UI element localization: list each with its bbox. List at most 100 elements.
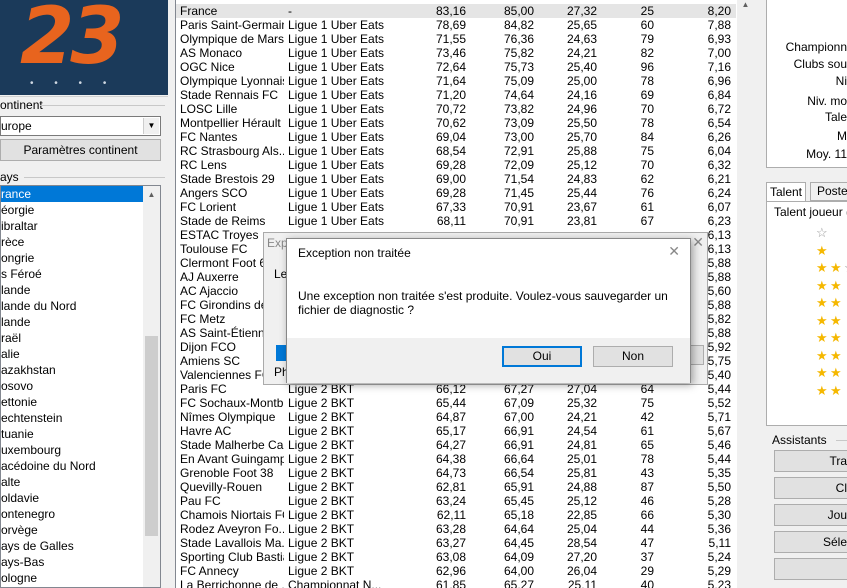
table-row[interactable]: Stade Rennais FC Ligue 1 Uber Eats 71,20 74… [176, 88, 736, 102]
table-row[interactable]: Pau FC Ligue 2 BKT 63,24 65,45 25,12 46 5,28 [176, 494, 736, 508]
scroll-thumb[interactable] [145, 336, 158, 536]
assistant-button[interactable] [774, 558, 847, 580]
list-item[interactable]: éorgie [1, 202, 160, 218]
list-item[interactable]: alie [1, 346, 160, 362]
table-cell: 69,28 [435, 186, 466, 200]
table-cell: Ligue 2 BKT [288, 396, 355, 410]
list-item[interactable]: ongrie [1, 250, 160, 266]
table-row[interactable]: RC Lens Ligue 1 Uber Eats 69,28 72,09 25,12 7… [176, 158, 736, 172]
list-item[interactable]: rance [1, 186, 160, 202]
list-item[interactable]: tuanie [1, 426, 160, 442]
assistant-button[interactable]: Séle [774, 531, 847, 553]
table-row[interactable]: Montpellier Hérault ... Ligue 1 Uber Eats… [176, 116, 736, 130]
logo-number: 23 [20, 0, 125, 82]
table-row[interactable]: En Avant Guingamp Ligue 2 BKT 64,38 66,64 25… [176, 452, 736, 466]
table-cell: 25,32 [566, 396, 597, 410]
table-cell: 7,16 [707, 60, 731, 74]
list-item[interactable]: echtenstein [1, 410, 160, 426]
assistant-button[interactable]: Tra [774, 450, 847, 472]
chevron-down-icon[interactable]: ▼ [143, 118, 159, 134]
list-item[interactable]: lande [1, 282, 160, 298]
table-row[interactable]: La Berrichonne de ... Championnat N... 61,… [176, 578, 736, 588]
table-row[interactable]: OGC Nice Ligue 1 Uber Eats 72,64 75,73 25,40… [176, 60, 736, 74]
list-item[interactable]: lande du Nord [1, 298, 160, 314]
table-row[interactable]: FC Annecy Ligue 2 BKT 62,96 64,00 26,04 29 5,2… [176, 564, 736, 578]
table-cell: 75,82 [503, 46, 534, 60]
table-row[interactable]: Stade Lavallois Ma... Ligue 2 BKT 63,27 64,… [176, 536, 736, 550]
list-item[interactable]: s Féroé [1, 266, 160, 282]
table-row[interactable]: Olympique Lyonnais Ligue 1 Uber Eats 71,64… [176, 74, 736, 88]
table-row[interactable]: Olympique de Mars... Ligue 1 Uber Eats 71,… [176, 32, 736, 46]
table-row[interactable]: France - 83,16 85,00 27,32 25 8,20 [176, 4, 736, 18]
table-row[interactable]: Angers SCO Ligue 1 Uber Eats 69,28 71,45 25,… [176, 186, 736, 200]
table-cell: 23,81 [566, 214, 597, 228]
list-item[interactable]: osovo [1, 378, 160, 394]
close-icon[interactable]: ✕ [692, 234, 704, 251]
table-row[interactable]: Quevilly-Rouen Ligue 2 BKT 62,81 65,91 24,88… [176, 480, 736, 494]
list-item[interactable]: azakhstan [1, 362, 160, 378]
list-item[interactable]: uxembourg [1, 442, 160, 458]
assistant-button[interactable]: Cl [774, 477, 847, 499]
table-cell: 37 [640, 550, 654, 564]
table-cell: 63,24 [435, 494, 466, 508]
table-cell: FC Sochaux-Montb... [180, 396, 284, 410]
table-cell: 6,21 [707, 172, 731, 186]
dialog-message: Une exception non traitée s'est produite… [298, 289, 668, 317]
table-cell: 25,81 [566, 466, 597, 480]
list-item[interactable]: alte [1, 474, 160, 490]
table-cell: 73,46 [435, 46, 466, 60]
table-row[interactable]: FC Sochaux-Montb... Ligue 2 BKT 65,44 67,09… [176, 396, 736, 410]
no-button[interactable]: Non [593, 346, 673, 367]
table-cell: 71,20 [435, 88, 466, 102]
list-item[interactable]: raël [1, 330, 160, 346]
list-item[interactable]: rèce [1, 234, 160, 250]
table-row[interactable]: Rodez Aveyron Fo... Ligue 2 BKT 63,28 64,64… [176, 522, 736, 536]
list-item[interactable]: orvège [1, 522, 160, 538]
list-item[interactable]: ays de Galles [1, 538, 160, 554]
table-cell: 64,38 [435, 452, 466, 466]
yes-button[interactable]: Oui [502, 346, 582, 367]
list-item[interactable]: ontenegro [1, 506, 160, 522]
table-cell: 78,69 [435, 18, 466, 32]
scroll-up-icon[interactable]: ▲ [143, 186, 160, 203]
continent-settings-button[interactable]: Paramètres continent [0, 139, 161, 161]
assistant-button[interactable]: Jou [774, 504, 847, 526]
pays-scrollbar[interactable]: ▲ [143, 186, 160, 587]
table-row[interactable]: Sporting Club Bastia Ligue 2 BKT 63,08 64,0… [176, 550, 736, 564]
table-row[interactable]: FC Nantes Ligue 1 Uber Eats 69,04 73,00 25,7… [176, 130, 736, 144]
table-row[interactable]: Paris Saint-Germain Ligue 1 Uber Eats 78,6… [176, 18, 736, 32]
scroll-up-icon[interactable]: ▲ [737, 0, 754, 12]
table-row[interactable]: Stade de Reims Ligue 1 Uber Eats 68,11 70,9… [176, 214, 736, 228]
table-row[interactable]: FC Lorient Ligue 1 Uber Eats 67,33 70,91 23,… [176, 200, 736, 214]
close-icon[interactable]: ✕ [668, 243, 680, 260]
pays-list[interactable]: rance éorgie ibraltar rèce ongrie s Féroé land… [0, 185, 161, 588]
table-cell: 65,17 [435, 424, 466, 438]
list-item[interactable]: ettonie [1, 394, 160, 410]
list-item[interactable]: ays-Bas [1, 554, 160, 570]
table-row[interactable]: RC Strasbourg Als... Ligue 1 Uber Eats 68,… [176, 144, 736, 158]
table-cell: 61 [640, 200, 654, 214]
table-row[interactable]: AS Monaco Ligue 1 Uber Eats 73,46 75,82 24,2… [176, 46, 736, 60]
table-row[interactable]: Stade Malherbe Ca... Ligue 2 BKT 64,27 66,9… [176, 438, 736, 452]
table-cell: 70 [640, 158, 654, 172]
list-item[interactable]: ibraltar [1, 218, 160, 234]
table-row[interactable]: Chamois Niortais FC Ligue 2 BKT 62,11 65,18… [176, 508, 736, 522]
table-cell: 6,07 [707, 200, 731, 214]
list-item[interactable]: ologne [1, 570, 160, 586]
table-row[interactable]: LOSC Lille Ligue 1 Uber Eats 70,72 73,82 24,… [176, 102, 736, 116]
table-cell: 66,91 [503, 438, 534, 452]
table-scrollbar[interactable]: ▲ [737, 0, 754, 588]
tab-postes[interactable]: Postes [810, 182, 847, 201]
table-row[interactable]: Grenoble Foot 38 Ligue 2 BKT 64,73 66,54 25,… [176, 466, 736, 480]
table-row[interactable]: Stade Brestois 29 Ligue 1 Uber Eats 69,00 7… [176, 172, 736, 186]
table-row[interactable]: Havre AC Ligue 2 BKT 65,17 66,91 24,54 61 5,67 [176, 424, 736, 438]
continent-select[interactable]: urope ▼ [0, 116, 161, 136]
table-row[interactable]: Nîmes Olympique Ligue 2 BKT 64,87 67,00 24,2… [176, 410, 736, 424]
table-cell: 5,44 [707, 452, 731, 466]
list-item[interactable]: oldavie [1, 490, 160, 506]
tab-talent[interactable]: Talent [766, 182, 806, 202]
list-item[interactable]: lande [1, 314, 160, 330]
list-item[interactable]: acédoine du Nord [1, 458, 160, 474]
continent-label: ontinent [0, 98, 43, 112]
table-cell: 46 [640, 494, 654, 508]
